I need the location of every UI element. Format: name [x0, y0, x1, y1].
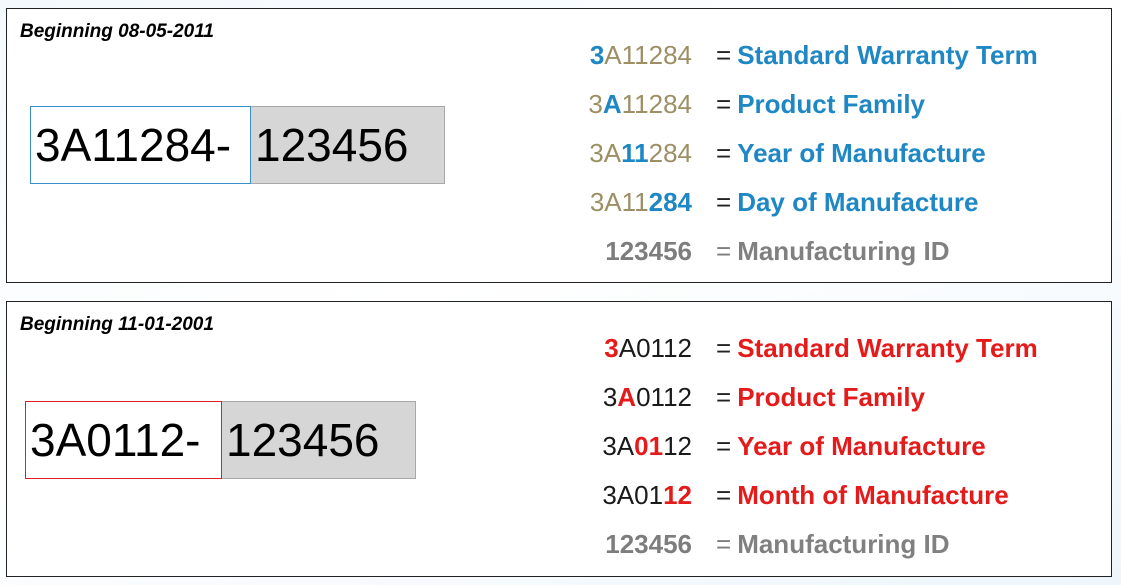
serial-format-panel-2001: Beginning 11-01-2001 3A0112- 123456 3A01…	[6, 301, 1112, 577]
legend-row-year: 3A11284 = Year of Manufacture	[567, 129, 1107, 178]
code-highlight: 11	[621, 138, 649, 168]
code-highlight: 3	[589, 40, 605, 70]
code-highlight: A	[602, 89, 622, 119]
code-dim: 284	[648, 138, 692, 168]
code-dim: 3	[602, 382, 618, 412]
code-dim: 3A01	[602, 480, 664, 510]
legend-code: 3A0112	[567, 333, 716, 364]
equals-sign: =	[716, 431, 732, 461]
legend-code: 3A0112	[567, 431, 716, 462]
equals-sign: =	[716, 382, 732, 412]
legend-description: Product Family	[737, 382, 926, 412]
code-dim: 3	[588, 89, 603, 119]
serial-prefix: 3A0112-	[25, 401, 222, 479]
legend-row-product-family: 3A0112 = Product Family	[567, 373, 1107, 422]
legend-row-warranty-term: 3A0112 = Standard Warranty Term	[567, 324, 1107, 373]
legend-description: Year of Manufacture	[737, 138, 986, 168]
legend-description: Manufacturing ID	[737, 529, 950, 559]
legend-code: 123456	[605, 529, 692, 559]
serial-number-example: 3A11284- 123456	[30, 106, 445, 184]
legend-row-product-family: 3A11284 = Product Family	[567, 80, 1107, 129]
legend-code: 3A0112	[567, 480, 716, 511]
code-highlight: 01	[634, 431, 664, 461]
code-dim: A11284	[604, 40, 692, 70]
code-highlight: A	[617, 382, 637, 412]
legend-row-manufacturing-id: 123456 = Manufacturing ID	[567, 227, 1107, 276]
code-dim: 0112	[636, 382, 692, 412]
equals-sign: =	[716, 529, 732, 559]
code-dim: 3A	[602, 431, 635, 461]
legend-code: 3A0112	[567, 382, 716, 413]
panel-title: Beginning 11-01-2001	[20, 314, 214, 335]
code-dim: A0112	[618, 333, 692, 363]
code-highlight: 12	[663, 480, 692, 510]
code-highlight: 284	[648, 187, 692, 217]
serial-suffix: 123456	[251, 106, 445, 184]
serial-prefix: 3A11284-	[30, 106, 251, 184]
code-highlight: 3	[604, 333, 619, 363]
legend-description: Product Family	[737, 89, 926, 119]
serial-number-example: 3A0112- 123456	[25, 401, 416, 479]
legend-code: 123456	[605, 236, 692, 266]
serial-legend: 3A11284 = Standard Warranty Term 3A11284…	[567, 31, 1107, 276]
legend-description: Standard Warranty Term	[737, 40, 1038, 70]
legend-description: Manufacturing ID	[737, 236, 950, 266]
equals-sign: =	[716, 40, 732, 70]
serial-legend: 3A0112 = Standard Warranty Term 3A0112 =…	[567, 324, 1107, 569]
legend-row-warranty-term: 3A11284 = Standard Warranty Term	[567, 31, 1107, 80]
legend-description: Month of Manufacture	[737, 480, 1009, 510]
serial-suffix: 123456	[222, 401, 416, 479]
serial-format-panel-2011: Beginning 08-05-2011 3A11284- 123456 3A1…	[6, 8, 1112, 283]
code-dim: 12	[663, 431, 692, 461]
legend-code: 3A11284	[567, 187, 716, 218]
legend-row-day: 3A11284 = Day of Manufacture	[567, 178, 1107, 227]
code-dim: 11284	[621, 89, 692, 119]
legend-row-month: 3A0112 = Month of Manufacture	[567, 471, 1107, 520]
legend-code: 3A11284	[567, 138, 716, 169]
legend-row-year: 3A0112 = Year of Manufacture	[567, 422, 1107, 471]
equals-sign: =	[716, 187, 732, 217]
code-dim: 3A	[589, 138, 622, 168]
code-dim: 3A11	[589, 187, 649, 217]
equals-sign: =	[716, 333, 732, 363]
legend-code: 3A11284	[567, 40, 716, 71]
equals-sign: =	[716, 480, 732, 510]
legend-description: Day of Manufacture	[737, 187, 979, 217]
legend-description: Standard Warranty Term	[737, 333, 1038, 363]
legend-code: 3A11284	[567, 89, 716, 120]
legend-description: Year of Manufacture	[737, 431, 986, 461]
equals-sign: =	[716, 89, 732, 119]
equals-sign: =	[716, 138, 732, 168]
panel-title: Beginning 08-05-2011	[20, 21, 214, 42]
legend-row-manufacturing-id: 123456 = Manufacturing ID	[567, 520, 1107, 569]
equals-sign: =	[716, 236, 732, 266]
